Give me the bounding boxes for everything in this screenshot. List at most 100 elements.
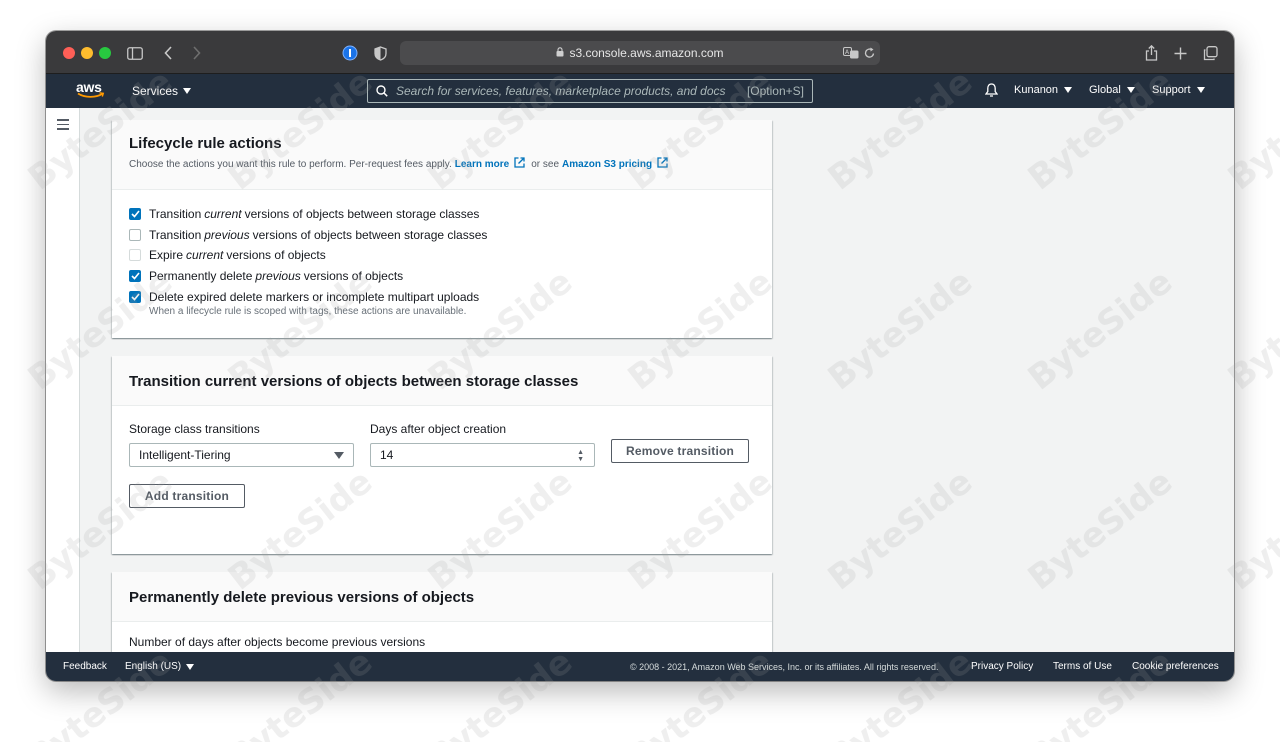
option-label: versions of objects: [303, 269, 404, 283]
side-navigation-collapsed: [46, 108, 80, 652]
aws-smile-icon: [77, 92, 105, 98]
option-expire-current[interactable]: Expire current versions of objects: [129, 248, 326, 262]
password-manager-icon[interactable]: [339, 42, 361, 64]
storage-class-label: Storage class transitions: [129, 422, 260, 436]
region-name: Global: [1089, 84, 1121, 96]
share-icon[interactable]: [1140, 42, 1162, 64]
zoom-window-button[interactable]: [99, 47, 111, 59]
search-icon: [376, 85, 388, 97]
hamburger-menu-icon[interactable]: [57, 119, 69, 133]
language-selector[interactable]: English (US): [125, 661, 195, 672]
minimize-window-button[interactable]: [81, 47, 93, 59]
chevron-down-icon: [1196, 87, 1205, 93]
search-shortcut: [Option+S]: [746, 84, 804, 98]
option-transition-current[interactable]: Transition current versions of objects b…: [129, 207, 479, 221]
cookie-preferences-link[interactable]: Cookie preferences: [1132, 661, 1219, 672]
chevron-down-icon: [186, 663, 195, 670]
language-label: English (US): [125, 661, 182, 672]
option-delete-expired-markers[interactable]: Delete expired delete markers or incompl…: [129, 290, 479, 304]
panel-header: Permanently delete previous versions of …: [112, 572, 772, 622]
sidebar-toggle-icon[interactable]: [124, 42, 146, 64]
add-transition-button[interactable]: Add transition: [129, 484, 245, 508]
search-input[interactable]: Search for services, features, marketpla…: [367, 79, 813, 103]
option-label: Delete expired delete markers or incompl…: [149, 290, 480, 304]
storage-class-value: Intelligent-Tiering: [139, 448, 231, 462]
search-placeholder: Search for services, features, marketpla…: [396, 84, 726, 98]
days-after-creation-input[interactable]: 14 ▲ ▼: [370, 443, 595, 467]
panel-title: Permanently delete previous versions of …: [129, 589, 475, 606]
copyright-text: © 2008 - 2021, Amazon Web Services, Inc.…: [630, 662, 939, 672]
chevron-down-icon: [1064, 87, 1073, 93]
feedback-link[interactable]: Feedback: [63, 661, 107, 672]
terms-of-use-link[interactable]: Terms of Use: [1053, 661, 1112, 672]
panel-header: Lifecycle rule actions Choose the action…: [112, 120, 772, 190]
panel-header: Transition current versions of objects b…: [112, 356, 772, 406]
or-see-text: or see: [531, 158, 560, 170]
forward-icon[interactable]: [185, 42, 207, 64]
option-label-emphasis: previous: [255, 269, 301, 283]
option-label: Transition: [149, 207, 202, 221]
reload-icon[interactable]: [864, 46, 875, 64]
option-label: versions of objects between storage clas…: [244, 207, 480, 221]
panel-title: Lifecycle rule actions: [129, 135, 282, 152]
support-menu[interactable]: Support: [1152, 84, 1205, 96]
checkbox-unchecked[interactable]: [129, 229, 141, 241]
lock-icon: [556, 46, 564, 60]
s3-pricing-link[interactable]: Amazon S3 pricing: [562, 159, 652, 170]
chevron-down-icon: [1126, 87, 1135, 93]
region-menu[interactable]: Global: [1089, 84, 1135, 96]
option-label: Transition: [149, 228, 202, 242]
option-transition-previous[interactable]: Transition previous versions of objects …: [129, 228, 487, 242]
services-menu[interactable]: Services: [132, 84, 192, 98]
dropdown-arrow-icon: [334, 452, 344, 459]
description-text: Choose the actions you want this rule to…: [129, 158, 452, 170]
main-content: Lifecycle rule actions Choose the action…: [80, 108, 1234, 652]
days-after-creation-value: 14: [380, 448, 394, 462]
permanently-delete-panel: Permanently delete previous versions of …: [112, 572, 772, 652]
support-label: Support: [1152, 84, 1191, 96]
svg-text:A: A: [845, 49, 850, 56]
chevron-down-icon: [183, 88, 192, 94]
option-label-emphasis: previous: [204, 228, 250, 242]
panel-description: Choose the actions you want this rule to…: [129, 157, 755, 171]
url-text: s3.console.aws.amazon.com: [569, 46, 724, 60]
notification-bell-icon[interactable]: [984, 83, 999, 102]
noncurrent-days-label: Number of days after objects become prev…: [129, 635, 426, 649]
back-icon[interactable]: [157, 42, 179, 64]
storage-class-select[interactable]: Intelligent-Tiering: [129, 443, 354, 467]
lifecycle-rule-actions-panel: Lifecycle rule actions Choose the action…: [112, 120, 772, 338]
new-tab-icon[interactable]: [1169, 42, 1191, 64]
checkbox-unchecked[interactable]: [129, 249, 141, 261]
learn-more-link[interactable]: Learn more: [455, 159, 509, 170]
services-label: Services: [132, 84, 179, 98]
browser-window: s3.console.aws.amazon.com A aws Services: [46, 31, 1234, 681]
transition-current-panel: Transition current versions of objects b…: [112, 356, 772, 554]
checkbox-checked[interactable]: [129, 270, 141, 282]
external-link-icon: [657, 157, 668, 171]
days-after-creation-label: Days after object creation: [370, 422, 507, 436]
option-hint: When a lifecycle rule is scoped with tag…: [149, 306, 467, 317]
number-spinner-icon[interactable]: ▲ ▼: [577, 449, 584, 463]
option-label-emphasis: current: [186, 248, 224, 262]
privacy-policy-link[interactable]: Privacy Policy: [971, 661, 1033, 672]
aws-top-nav: aws Services Search for services, featur…: [46, 74, 1234, 108]
user-name: Kunanon: [1014, 84, 1059, 96]
tab-overview-icon[interactable]: [1199, 42, 1221, 64]
option-label-emphasis: current: [204, 207, 242, 221]
checkbox-checked[interactable]: [129, 208, 141, 220]
option-permanently-delete-previous[interactable]: Permanently delete previous versions of …: [129, 269, 403, 283]
privacy-shield-icon[interactable]: [369, 42, 391, 64]
option-label: Expire: [149, 248, 184, 262]
option-label: Permanently delete: [149, 269, 253, 283]
external-link-icon: [514, 157, 525, 171]
translate-icon[interactable]: A: [843, 46, 859, 64]
aws-footer: Feedback English (US) © 2008 - 2021, Ama…: [46, 652, 1234, 681]
panel-title: Transition current versions of objects b…: [129, 373, 579, 390]
address-bar[interactable]: s3.console.aws.amazon.com: [400, 41, 880, 65]
close-window-button[interactable]: [63, 47, 75, 59]
aws-logo[interactable]: aws: [76, 80, 106, 102]
option-label: versions of objects between storage clas…: [252, 228, 488, 242]
user-menu[interactable]: Kunanon: [1014, 84, 1073, 96]
checkbox-checked[interactable]: [129, 291, 141, 303]
remove-transition-button[interactable]: Remove transition: [611, 439, 749, 463]
